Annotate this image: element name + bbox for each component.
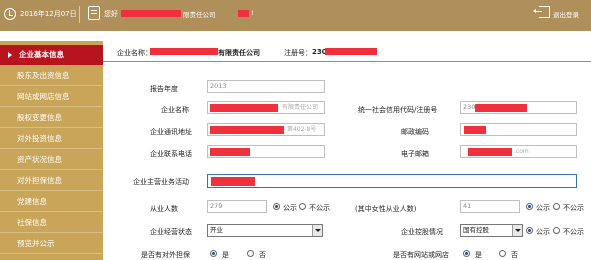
sidebar-item-label: 对外投资信息 bbox=[17, 134, 62, 143]
website-no-radio[interactable] bbox=[499, 250, 506, 257]
credit-code-field[interactable]: 230 bbox=[460, 101, 577, 114]
redacted-value bbox=[210, 126, 284, 134]
guarantee-yes-radio[interactable] bbox=[210, 250, 217, 257]
business-scope-field[interactable] bbox=[207, 174, 577, 188]
redacted-registration bbox=[325, 48, 377, 55]
female-private-radio[interactable] bbox=[553, 203, 560, 210]
employees-public-label: 公示 bbox=[283, 204, 297, 212]
guarantee-yes-label: 是 bbox=[222, 251, 229, 259]
website-yes-radio[interactable] bbox=[463, 250, 470, 257]
sidebar-item-label: 股东及出资信息 bbox=[17, 71, 70, 80]
logout-icon[interactable] bbox=[533, 6, 550, 18]
guarantee-no-label: 否 bbox=[259, 251, 266, 259]
holding-private-label: 不公示 bbox=[563, 228, 584, 236]
employees-public-radio[interactable] bbox=[273, 203, 280, 210]
redacted-value bbox=[210, 148, 250, 156]
registration-label: 注册号： bbox=[284, 49, 312, 57]
clock-icon bbox=[4, 8, 16, 20]
divider bbox=[79, 6, 80, 23]
holding-public-label: 公示 bbox=[536, 228, 550, 236]
holding-label: 企业控股情况 bbox=[401, 228, 443, 236]
sidebar-item-preview[interactable]: 预览并公示 bbox=[0, 234, 103, 254]
female-employees-field[interactable]: 41 bbox=[460, 200, 520, 213]
redacted-value bbox=[475, 104, 527, 112]
sidebar: 企业基本信息 股东及出资信息 网站或网店信息 股权变更信息 对外投资信息 资产状… bbox=[0, 41, 103, 260]
business-status-select[interactable]: 开业 bbox=[207, 224, 323, 237]
sidebar-item-label: 党建信息 bbox=[17, 197, 47, 206]
sidebar-item-label: 资产状况信息 bbox=[17, 155, 62, 164]
chevron-down-icon bbox=[312, 225, 322, 236]
redacted-value bbox=[468, 148, 512, 156]
redacted-value bbox=[210, 104, 278, 112]
greeting: 您好 bbox=[104, 10, 118, 18]
sidebar-item-guarantee[interactable]: 对外担保信息 bbox=[0, 171, 103, 191]
guarantee-no-radio[interactable] bbox=[247, 250, 254, 257]
phone-field[interactable] bbox=[207, 145, 325, 158]
credit-code-label: 统一社会信用代码/注册号 bbox=[358, 106, 438, 114]
holding-private-radio[interactable] bbox=[553, 227, 560, 234]
arrow-right-icon bbox=[8, 52, 12, 58]
redacted-value bbox=[211, 177, 255, 186]
female-public-radio[interactable] bbox=[526, 203, 533, 210]
female-private-label: 不公示 bbox=[563, 204, 584, 212]
email-field[interactable]: .com bbox=[460, 145, 577, 158]
employees-label: 从业人数 bbox=[150, 205, 178, 213]
redacted-value bbox=[464, 126, 486, 134]
sidebar-item-label: 社保信息 bbox=[17, 218, 47, 227]
company-name-field[interactable]: 有限责任公司 bbox=[207, 101, 325, 114]
chevron-down-icon bbox=[512, 225, 522, 236]
holding-public-radio[interactable] bbox=[526, 227, 533, 234]
sidebar-item-label: 预览并公示 bbox=[17, 239, 55, 248]
user-card-icon bbox=[88, 6, 100, 20]
employees-private-radio[interactable] bbox=[299, 203, 306, 210]
redacted-company bbox=[121, 10, 181, 17]
logout-link[interactable]: 退出登录 bbox=[553, 9, 579, 19]
female-public-label: 公示 bbox=[536, 204, 550, 212]
report-year-label: 报告年度 bbox=[150, 85, 178, 93]
sidebar-item-investment[interactable]: 对外投资信息 bbox=[0, 129, 103, 149]
redacted-company-name bbox=[150, 48, 218, 55]
guarantee-label: 是否有对外担保 bbox=[141, 251, 190, 259]
company-name-label: 企业名称： bbox=[117, 49, 152, 57]
business-scope-label: 企业主营业务活动 bbox=[133, 178, 189, 186]
sidebar-item-equity-change[interactable]: 股权变更信息 bbox=[0, 108, 103, 128]
sidebar-item-label: 网站或网店信息 bbox=[17, 92, 70, 101]
postcode-field[interactable] bbox=[460, 123, 577, 136]
employees-field[interactable]: 279 bbox=[207, 200, 267, 213]
sidebar-item-website[interactable]: 网站或网店信息 bbox=[0, 87, 103, 107]
phone-label: 企业联系电话 bbox=[150, 150, 192, 158]
sidebar-item-shareholders[interactable]: 股东及出资信息 bbox=[0, 66, 103, 86]
redacted-user bbox=[238, 10, 249, 17]
sidebar-item-label: 对外担保信息 bbox=[17, 176, 62, 185]
greeting-company-suffix: 限责任公司 bbox=[183, 11, 216, 19]
email-label: 电子邮箱 bbox=[401, 150, 429, 158]
website-yes-label: 是 bbox=[475, 251, 482, 259]
sidebar-item-label: 企业基本信息 bbox=[19, 50, 64, 59]
website-label: 是否有网站或网店 bbox=[393, 251, 449, 259]
sidebar-item-social-security[interactable]: 社保信息 bbox=[0, 213, 103, 233]
address-label: 企业通讯地址 bbox=[150, 128, 192, 136]
top-bar: 2016年12月07日 您好 限责任公司 ! 退出登录 bbox=[0, 0, 591, 31]
postcode-label: 邮政编码 bbox=[401, 128, 429, 136]
sidebar-item-label: 股权变更信息 bbox=[17, 113, 62, 122]
greeting-tail: ! bbox=[251, 9, 254, 17]
website-no-label: 否 bbox=[511, 251, 518, 259]
company-name-suffix: 有限责任公司 bbox=[218, 49, 260, 57]
company-header: 企业名称： 有限责任公司 注册号： 230 bbox=[103, 41, 591, 62]
sidebar-item-party[interactable]: 党建信息 bbox=[0, 192, 103, 212]
employees-private-label: 不公示 bbox=[309, 204, 330, 212]
sidebar-item-basic-info[interactable]: 企业基本信息 bbox=[0, 45, 103, 65]
female-employees-label: (其中女性从业人数) bbox=[355, 205, 417, 213]
main-content: 企业名称： 有限责任公司 注册号： 230 报告年度 2013 企业名称 有限责… bbox=[103, 41, 591, 260]
report-year-field[interactable]: 2013 bbox=[207, 80, 325, 93]
holding-select[interactable]: 国有控股 bbox=[460, 224, 523, 237]
business-status-label: 企业经营状态 bbox=[150, 228, 192, 236]
sidebar-item-assets[interactable]: 资产状况信息 bbox=[0, 150, 103, 170]
company-name-field-label: 企业名称 bbox=[161, 106, 189, 114]
address-field[interactable]: 第402-8号 bbox=[207, 123, 325, 136]
current-date: 2016年12月07日 bbox=[20, 10, 77, 18]
